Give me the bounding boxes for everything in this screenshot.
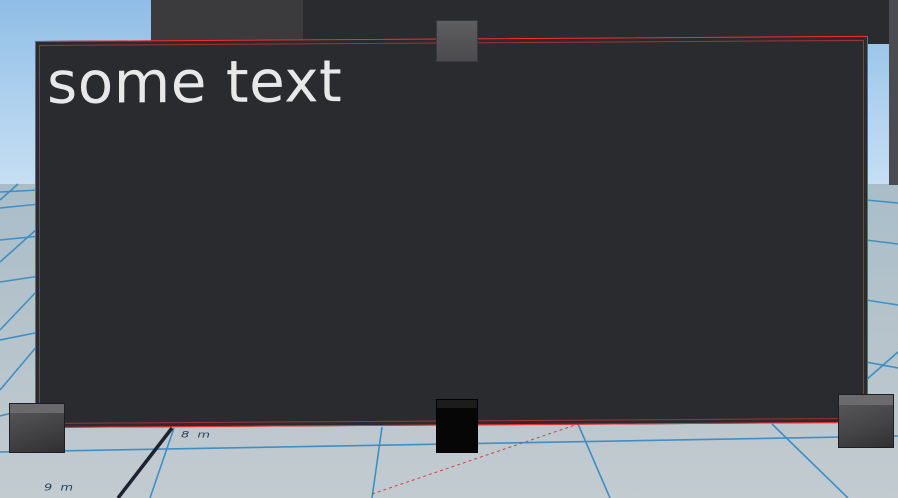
grid-axis-line bbox=[116, 426, 174, 498]
handle-top-face bbox=[10, 404, 64, 413]
grid-line bbox=[865, 299, 898, 306]
background-panel-light bbox=[151, 0, 303, 44]
grid-line bbox=[0, 235, 41, 241]
resize-handle-bottom-left[interactable] bbox=[9, 403, 65, 453]
grid-line bbox=[0, 289, 39, 331]
resize-handle-top[interactable] bbox=[436, 20, 478, 62]
grid-line bbox=[0, 227, 39, 263]
move-handle-bottom-center[interactable] bbox=[436, 399, 478, 453]
grid-distance-label: 9 m bbox=[44, 482, 76, 494]
grid-line bbox=[865, 351, 898, 381]
grid-line bbox=[0, 275, 41, 283]
grid-line bbox=[0, 203, 41, 209]
handle-top-face bbox=[437, 400, 477, 408]
grid-line bbox=[0, 344, 39, 391]
grid-line bbox=[865, 199, 898, 204]
grid-line bbox=[865, 239, 898, 245]
grid-line bbox=[0, 189, 39, 193]
resize-handle-bottom-right[interactable] bbox=[838, 394, 894, 448]
panel-text: some text bbox=[47, 47, 343, 117]
grid-line bbox=[771, 423, 849, 498]
handle-top-face bbox=[839, 395, 893, 405]
grid-line bbox=[371, 426, 383, 498]
grid-distance-label: 8 m bbox=[181, 430, 213, 441]
3d-viewport[interactable]: some text 8 m 9 m bbox=[0, 0, 898, 498]
text-panel[interactable]: some text bbox=[35, 35, 868, 428]
grid-line bbox=[577, 423, 611, 498]
grid-line bbox=[0, 331, 41, 341]
background-panel-edge bbox=[889, 0, 898, 185]
grid-guide-line bbox=[371, 419, 591, 495]
